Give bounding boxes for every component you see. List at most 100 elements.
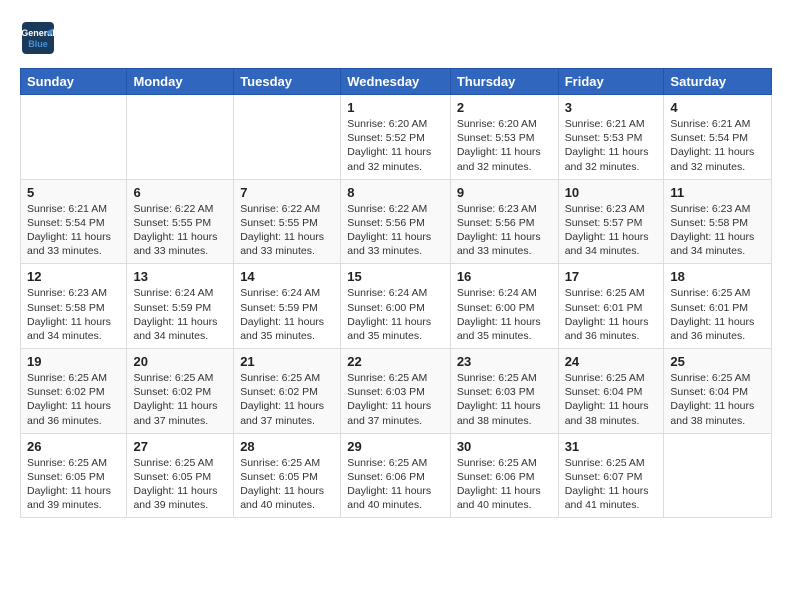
calendar-cell: 28 Sunrise: 6:25 AM Sunset: 6:05 PM Dayli… (234, 433, 341, 518)
day-number: 19 (27, 354, 120, 369)
day-info: Sunrise: 6:25 AM Sunset: 6:04 PM Dayligh… (670, 371, 765, 428)
calendar-cell: 3 Sunrise: 6:21 AM Sunset: 5:53 PM Daylig… (558, 95, 664, 180)
day-number: 17 (565, 269, 658, 284)
day-number: 23 (457, 354, 552, 369)
day-info: Sunrise: 6:24 AM Sunset: 5:59 PM Dayligh… (240, 286, 334, 343)
day-info: Sunrise: 6:25 AM Sunset: 6:05 PM Dayligh… (27, 456, 120, 513)
day-number: 13 (133, 269, 227, 284)
day-info: Sunrise: 6:24 AM Sunset: 6:00 PM Dayligh… (347, 286, 444, 343)
day-number: 11 (670, 185, 765, 200)
day-info: Sunrise: 6:20 AM Sunset: 5:52 PM Dayligh… (347, 117, 444, 174)
day-number: 28 (240, 439, 334, 454)
calendar-cell (127, 95, 234, 180)
calendar-body: 1 Sunrise: 6:20 AM Sunset: 5:52 PM Daylig… (21, 95, 772, 518)
calendar-week-1: 5 Sunrise: 6:21 AM Sunset: 5:54 PM Daylig… (21, 179, 772, 264)
day-info: Sunrise: 6:25 AM Sunset: 6:02 PM Dayligh… (240, 371, 334, 428)
calendar-cell: 24 Sunrise: 6:25 AM Sunset: 6:04 PM Dayli… (558, 349, 664, 434)
weekday-header-sunday: Sunday (21, 69, 127, 95)
calendar-cell: 12 Sunrise: 6:23 AM Sunset: 5:58 PM Dayli… (21, 264, 127, 349)
weekday-row: SundayMondayTuesdayWednesdayThursdayFrid… (21, 69, 772, 95)
day-info: Sunrise: 6:25 AM Sunset: 6:05 PM Dayligh… (240, 456, 334, 513)
calendar-cell: 31Sunrise: 6:25 AM Sunset: 6:07 PM Dayli… (558, 433, 664, 518)
weekday-header-tuesday: Tuesday (234, 69, 341, 95)
calendar-cell: 27 Sunrise: 6:25 AM Sunset: 6:05 PM Dayli… (127, 433, 234, 518)
day-info: Sunrise: 6:25 AM Sunset: 6:02 PM Dayligh… (27, 371, 120, 428)
calendar-table: SundayMondayTuesdayWednesdayThursdayFrid… (20, 68, 772, 518)
calendar-cell: 10 Sunrise: 6:23 AM Sunset: 5:57 PM Dayli… (558, 179, 664, 264)
day-number: 16 (457, 269, 552, 284)
day-number: 18 (670, 269, 765, 284)
svg-text:Blue: Blue (28, 39, 48, 49)
calendar-cell: 23 Sunrise: 6:25 AM Sunset: 6:03 PM Dayli… (450, 349, 558, 434)
calendar-cell: 15 Sunrise: 6:24 AM Sunset: 6:00 PM Dayli… (341, 264, 451, 349)
day-number: 12 (27, 269, 120, 284)
day-number: 15 (347, 269, 444, 284)
calendar-cell: 18Sunrise: 6:25 AM Sunset: 6:01 PM Dayli… (664, 264, 772, 349)
weekday-header-saturday: Saturday (664, 69, 772, 95)
weekday-header-wednesday: Wednesday (341, 69, 451, 95)
day-info: Sunrise: 6:22 AM Sunset: 5:55 PM Dayligh… (240, 202, 334, 259)
calendar-cell: 5 Sunrise: 6:21 AM Sunset: 5:54 PM Daylig… (21, 179, 127, 264)
day-number: 29 (347, 439, 444, 454)
day-number: 8 (347, 185, 444, 200)
day-info: Sunrise: 6:22 AM Sunset: 5:56 PM Dayligh… (347, 202, 444, 259)
calendar-week-4: 26 Sunrise: 6:25 AM Sunset: 6:05 PM Dayli… (21, 433, 772, 518)
day-info: Sunrise: 6:21 AM Sunset: 5:54 PM Dayligh… (670, 117, 765, 174)
logo: General Blue (20, 20, 60, 56)
calendar-week-3: 19 Sunrise: 6:25 AM Sunset: 6:02 PM Dayli… (21, 349, 772, 434)
day-number: 24 (565, 354, 658, 369)
calendar-cell: 8 Sunrise: 6:22 AM Sunset: 5:56 PM Daylig… (341, 179, 451, 264)
calendar-cell: 14 Sunrise: 6:24 AM Sunset: 5:59 PM Dayli… (234, 264, 341, 349)
calendar-week-0: 1 Sunrise: 6:20 AM Sunset: 5:52 PM Daylig… (21, 95, 772, 180)
calendar-cell: 11 Sunrise: 6:23 AM Sunset: 5:58 PM Dayli… (664, 179, 772, 264)
day-info: Sunrise: 6:24 AM Sunset: 5:59 PM Dayligh… (133, 286, 227, 343)
day-number: 14 (240, 269, 334, 284)
day-number: 31 (565, 439, 658, 454)
weekday-header-thursday: Thursday (450, 69, 558, 95)
day-number: 30 (457, 439, 552, 454)
day-number: 22 (347, 354, 444, 369)
day-info: Sunrise: 6:25 AM Sunset: 6:01 PM Dayligh… (565, 286, 658, 343)
day-number: 3 (565, 100, 658, 115)
day-info: Sunrise: 6:23 AM Sunset: 5:58 PM Dayligh… (670, 202, 765, 259)
calendar-cell: 17 Sunrise: 6:25 AM Sunset: 6:01 PM Dayli… (558, 264, 664, 349)
calendar-cell: 7 Sunrise: 6:22 AM Sunset: 5:55 PM Daylig… (234, 179, 341, 264)
day-number: 5 (27, 185, 120, 200)
calendar-cell: 19 Sunrise: 6:25 AM Sunset: 6:02 PM Dayli… (21, 349, 127, 434)
day-number: 2 (457, 100, 552, 115)
day-info: Sunrise: 6:21 AM Sunset: 5:53 PM Dayligh… (565, 117, 658, 174)
day-number: 10 (565, 185, 658, 200)
day-info: Sunrise: 6:23 AM Sunset: 5:58 PM Dayligh… (27, 286, 120, 343)
day-number: 20 (133, 354, 227, 369)
calendar-cell: 6Sunrise: 6:22 AM Sunset: 5:55 PM Daylig… (127, 179, 234, 264)
day-info: Sunrise: 6:24 AM Sunset: 6:00 PM Dayligh… (457, 286, 552, 343)
calendar-cell: 20 Sunrise: 6:25 AM Sunset: 6:02 PM Dayli… (127, 349, 234, 434)
calendar-cell: 22 Sunrise: 6:25 AM Sunset: 6:03 PM Dayli… (341, 349, 451, 434)
calendar-cell: 13 Sunrise: 6:24 AM Sunset: 5:59 PM Dayli… (127, 264, 234, 349)
day-info: Sunrise: 6:25 AM Sunset: 6:03 PM Dayligh… (457, 371, 552, 428)
day-info: Sunrise: 6:25 AM Sunset: 6:02 PM Dayligh… (133, 371, 227, 428)
day-info: Sunrise: 6:25 AM Sunset: 6:04 PM Dayligh… (565, 371, 658, 428)
day-info: Sunrise: 6:23 AM Sunset: 5:57 PM Dayligh… (565, 202, 658, 259)
day-info: Sunrise: 6:25 AM Sunset: 6:05 PM Dayligh… (133, 456, 227, 513)
calendar-week-2: 12 Sunrise: 6:23 AM Sunset: 5:58 PM Dayli… (21, 264, 772, 349)
header: General Blue (20, 20, 772, 56)
day-info: Sunrise: 6:21 AM Sunset: 5:54 PM Dayligh… (27, 202, 120, 259)
calendar-header: SundayMondayTuesdayWednesdayThursdayFrid… (21, 69, 772, 95)
calendar-cell: 9Sunrise: 6:23 AM Sunset: 5:56 PM Daylig… (450, 179, 558, 264)
logo-icon: General Blue (20, 20, 56, 56)
day-number: 27 (133, 439, 227, 454)
day-number: 21 (240, 354, 334, 369)
calendar-cell: 30Sunrise: 6:25 AM Sunset: 6:06 PM Dayli… (450, 433, 558, 518)
calendar-cell: 4Sunrise: 6:21 AM Sunset: 5:54 PM Daylig… (664, 95, 772, 180)
calendar-cell: 29Sunrise: 6:25 AM Sunset: 6:06 PM Dayli… (341, 433, 451, 518)
day-number: 25 (670, 354, 765, 369)
day-info: Sunrise: 6:20 AM Sunset: 5:53 PM Dayligh… (457, 117, 552, 174)
day-number: 1 (347, 100, 444, 115)
day-number: 6 (133, 185, 227, 200)
day-number: 26 (27, 439, 120, 454)
day-info: Sunrise: 6:25 AM Sunset: 6:03 PM Dayligh… (347, 371, 444, 428)
calendar-cell (664, 433, 772, 518)
day-number: 7 (240, 185, 334, 200)
calendar-cell: 26 Sunrise: 6:25 AM Sunset: 6:05 PM Dayli… (21, 433, 127, 518)
